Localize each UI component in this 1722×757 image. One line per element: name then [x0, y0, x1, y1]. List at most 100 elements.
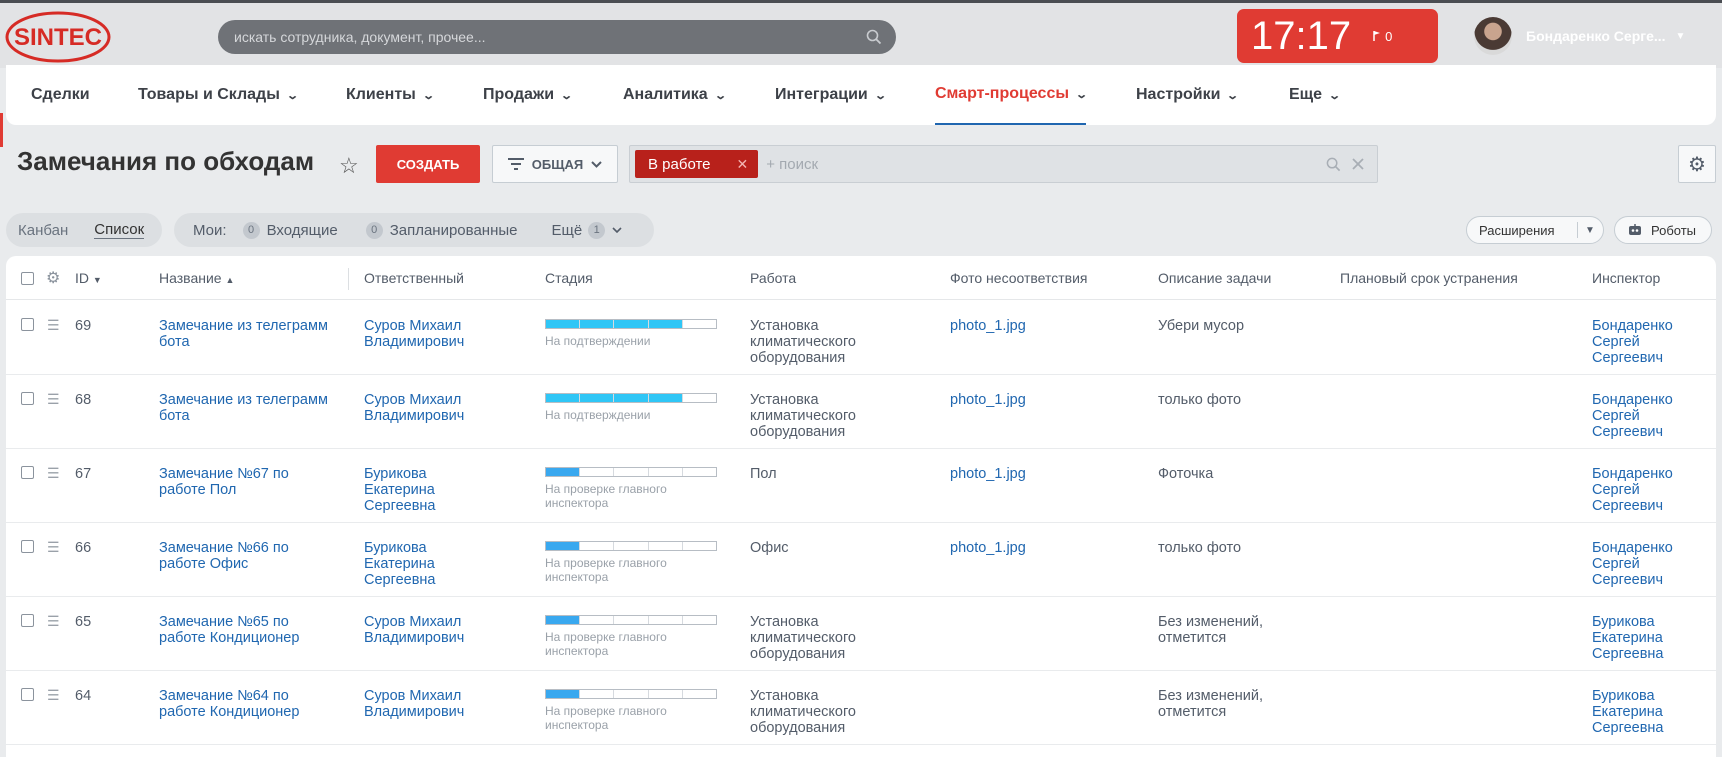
row-checkbox[interactable]	[21, 392, 34, 405]
row-stage[interactable]: На проверке главного инспектора	[545, 689, 717, 732]
nav-item-integrations[interactable]: Интеграции ⌄	[775, 65, 887, 125]
nav-item-goods[interactable]: Товары и Склады ⌄	[138, 65, 299, 125]
header-description[interactable]: Описание задачи	[1158, 270, 1271, 286]
work-time-widget[interactable]: 17:17 0	[1237, 9, 1438, 63]
nav-item-smart-processes[interactable]: Смарт-процессы ⌄	[935, 65, 1088, 125]
row-inspector-link[interactable]: Бондаренко Сергей Сергеевич	[1592, 540, 1692, 588]
sintec-logo[interactable]: SINTEC	[4, 10, 112, 64]
filter-search-input[interactable]	[766, 155, 1326, 173]
filter-preset-button[interactable]: ОБЩАЯ	[492, 145, 618, 183]
star-icon[interactable]: ☆	[339, 153, 359, 179]
stage-progress-bar[interactable]	[545, 393, 717, 403]
nav-item-more[interactable]: Еще ⌄	[1289, 65, 1341, 125]
nav-item-settings[interactable]: Настройки ⌄	[1136, 65, 1239, 125]
row-name-link[interactable]: Замечание из телеграмм бота	[159, 318, 329, 350]
flag-counter[interactable]: 0	[1373, 29, 1392, 44]
filter-search-box[interactable]: В работе ✕	[629, 145, 1378, 183]
nav-item-sales[interactable]: Продажи ⌄	[483, 65, 573, 125]
global-search[interactable]	[218, 20, 896, 54]
close-icon[interactable]: ✕	[737, 156, 749, 173]
row-responsible-link[interactable]: Суров Михаил Владимирович	[364, 318, 494, 350]
search-input[interactable]	[234, 29, 866, 45]
drag-handle-icon[interactable]: ☰	[47, 392, 61, 406]
row-name-link[interactable]: Замечание №65 по работе Кондиционер	[159, 614, 329, 646]
row-name-link[interactable]: Замечание из телеграмм бота	[159, 392, 329, 424]
drag-handle-icon[interactable]: ☰	[47, 688, 61, 702]
header-stage[interactable]: Стадия	[545, 270, 593, 286]
row-inspector-link[interactable]: Бурикова Екатерина Сергеевна	[1592, 688, 1692, 736]
nav-item-deals[interactable]: Сделки	[31, 65, 90, 125]
nav-item-clients[interactable]: Клиенты ⌄	[346, 65, 435, 125]
drag-handle-icon[interactable]: ☰	[47, 540, 61, 554]
stage-progress-bar[interactable]	[545, 467, 717, 477]
view-kanban[interactable]: Канбан	[18, 222, 68, 239]
row-checkbox[interactable]	[21, 614, 34, 627]
stage-progress-bar[interactable]	[545, 689, 717, 699]
row-stage[interactable]: На подтверждении	[545, 319, 717, 348]
row-name-link[interactable]: Замечание №67 по работе Пол	[159, 466, 329, 498]
settings-button[interactable]: ⚙	[1678, 145, 1716, 183]
select-all-checkbox[interactable]	[21, 272, 34, 285]
stage-progress-bar[interactable]	[545, 615, 717, 625]
counter-more[interactable]: Ещё 1	[552, 221, 623, 239]
header-id[interactable]: ID ▼	[75, 270, 102, 286]
gear-icon[interactable]: ⚙	[46, 268, 60, 288]
row-responsible-link[interactable]: Суров Михаил Владимирович	[364, 614, 494, 646]
drag-handle-icon[interactable]: ☰	[47, 318, 61, 332]
row-responsible-link[interactable]: Бурикова Екатерина Сергеевна	[364, 540, 494, 588]
robots-button[interactable]: Роботы	[1614, 216, 1712, 244]
chevron-down-icon[interactable]: ▼	[1676, 31, 1686, 42]
user-menu[interactable]: Бондаренко Серге... ▼	[1474, 17, 1685, 55]
user-name[interactable]: Бондаренко Серге...	[1526, 28, 1666, 44]
table-row[interactable]: ☰ 68 Замечание из телеграмм бота Суров Миха…	[6, 375, 1716, 449]
counter-incoming[interactable]: 0 Входящие	[242, 221, 338, 239]
header-work[interactable]: Работа	[750, 270, 796, 286]
drag-handle-icon[interactable]: ☰	[47, 466, 61, 480]
row-stage[interactable]: На проверке главного инспектора	[545, 615, 717, 658]
row-inspector-link[interactable]: Бондаренко Сергей Сергеевич	[1592, 466, 1692, 514]
row-name-link[interactable]: Замечание №66 по работе Офис	[159, 540, 329, 572]
row-checkbox[interactable]	[21, 540, 34, 553]
search-icon[interactable]	[866, 29, 882, 45]
row-photo-link[interactable]: photo_1.jpg	[950, 318, 1100, 334]
row-inspector-link[interactable]: Бурикова Екатерина Сергеевна	[1592, 614, 1692, 662]
table-row[interactable]: ☰ 65 Замечание №65 по работе Кондиционер Су…	[6, 597, 1716, 671]
row-responsible-link[interactable]: Бурикова Екатерина Сергеевна	[364, 466, 494, 514]
stage-progress-bar[interactable]	[545, 319, 717, 329]
clear-icon[interactable]	[1351, 157, 1365, 171]
header-inspector[interactable]: Инспектор	[1592, 270, 1660, 286]
header-responsible[interactable]: Ответственный	[364, 270, 464, 286]
nav-item-analytics[interactable]: Аналитика ⌄	[623, 65, 727, 125]
row-photo-link[interactable]: photo_1.jpg	[950, 392, 1100, 408]
drag-handle-icon[interactable]: ☰	[47, 614, 61, 628]
header-deadline[interactable]: Плановый срок устранения	[1340, 270, 1518, 286]
row-photo-link[interactable]: photo_1.jpg	[950, 466, 1100, 482]
table-row[interactable]: ☰ 67 Замечание №67 по работе Пол Бурикова Е…	[6, 449, 1716, 523]
search-icon[interactable]	[1326, 157, 1341, 172]
extensions-button[interactable]: Расширения ▼	[1466, 216, 1604, 244]
table-row[interactable]: ☰ 64 Замечание №64 по работе Кондиционер Су…	[6, 671, 1716, 745]
header-name[interactable]: Название ▲	[159, 270, 234, 286]
row-inspector-link[interactable]: Бондаренко Сергей Сергеевич	[1592, 392, 1692, 440]
row-checkbox[interactable]	[21, 466, 34, 479]
row-responsible-link[interactable]: Суров Михаил Владимирович	[364, 688, 494, 720]
row-name-link[interactable]: Замечание №64 по работе Кондиционер	[159, 688, 329, 720]
row-stage[interactable]: На подтверждении	[545, 393, 717, 422]
table-row[interactable]: ☰ 69 Замечание из телеграмм бота Суров Миха…	[6, 301, 1716, 375]
row-inspector-link[interactable]: Бондаренко Сергей Сергеевич	[1592, 318, 1692, 366]
row-checkbox[interactable]	[21, 688, 34, 701]
row-photo-link[interactable]: photo_1.jpg	[950, 540, 1100, 556]
stage-progress-bar[interactable]	[545, 541, 717, 551]
table-row[interactable]: ☰ 66 Замечание №66 по работе Офис Бурикова …	[6, 523, 1716, 597]
create-button[interactable]: СОЗДАТЬ	[376, 145, 480, 183]
header-photo[interactable]: Фото несоответствия	[950, 270, 1088, 286]
avatar[interactable]	[1474, 17, 1512, 55]
row-checkbox[interactable]	[21, 318, 34, 331]
row-responsible-link[interactable]: Суров Михаил Владимирович	[364, 392, 494, 424]
counter-planned[interactable]: 0 Запланированные	[365, 221, 518, 239]
row-stage[interactable]: На проверке главного инспектора	[545, 467, 717, 510]
view-list[interactable]: Список	[94, 221, 145, 239]
row-stage[interactable]: На проверке главного инспектора	[545, 541, 717, 584]
caret-down-icon[interactable]: ▼	[1585, 225, 1595, 236]
filter-tag[interactable]: В работе ✕	[635, 150, 759, 178]
